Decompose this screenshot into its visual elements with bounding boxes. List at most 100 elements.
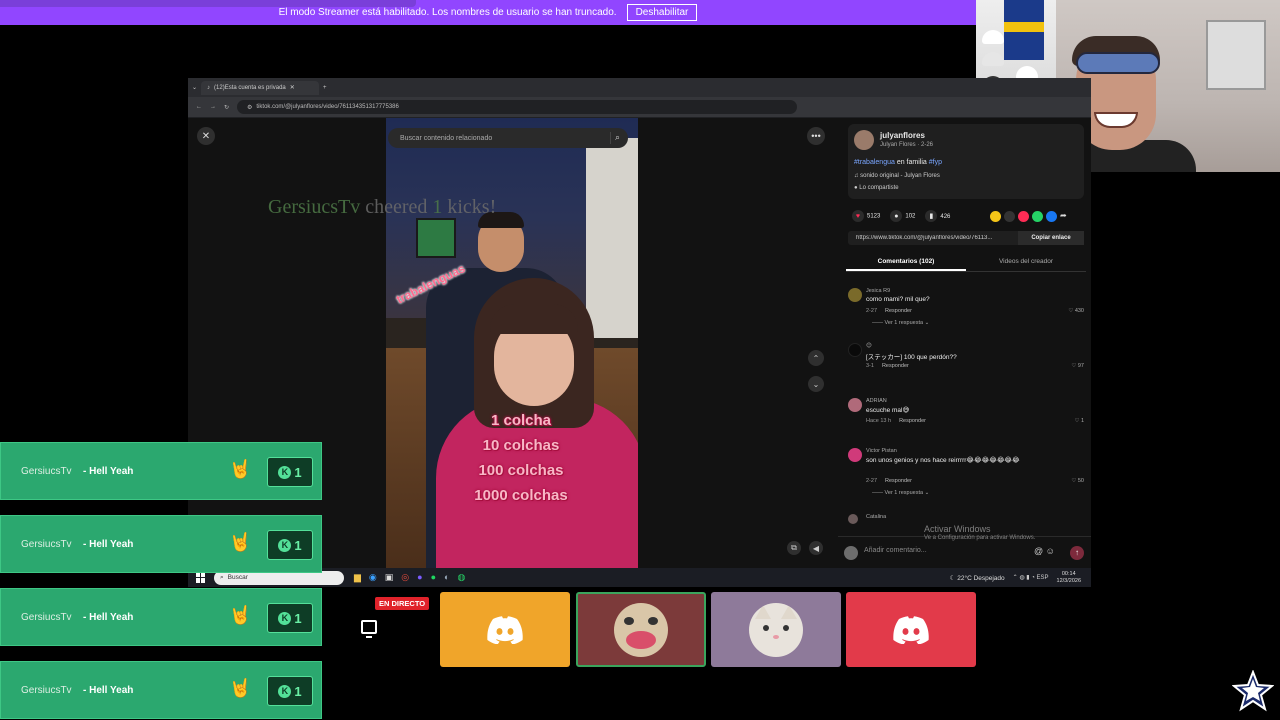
comment-like-button[interactable]: ♡ 1 [1074, 418, 1084, 424]
previous-video-button[interactable]: ⌃ [808, 350, 824, 366]
taskbar-clock[interactable]: 00:14 12/3/2026 [1057, 571, 1081, 585]
store-icon[interactable]: ▣ [385, 572, 394, 583]
search-icon[interactable]: ⌕ [610, 132, 622, 144]
more-options-button[interactable]: ••• [807, 127, 825, 145]
heart-icon: ♥ [852, 210, 864, 222]
weather-widget[interactable]: ☾ 22°C Despejado [950, 574, 1005, 582]
new-tab-icon[interactable]: + [323, 85, 327, 91]
comment-user[interactable]: ADRIAN [866, 398, 887, 404]
view-replies-button[interactable]: —— Ver 1 respuesta ⌄ [872, 320, 929, 326]
author-avatar[interactable] [854, 130, 874, 150]
tab-title: (12)Esta cuenta es privada [214, 84, 286, 91]
video-link-text[interactable]: https://www.tiktok.com/@julyanflores/vid… [848, 235, 1018, 241]
volume-button[interactable]: ◀ [809, 541, 823, 555]
view-replies-button[interactable]: —— Ver 1 respuesta ⌄ [872, 490, 929, 496]
comment-avatar[interactable] [848, 398, 862, 412]
tab-close-icon[interactable]: ✕ [290, 84, 295, 91]
overlay-line: 1 colcha [490, 412, 552, 429]
comment-like-button[interactable]: ♡ 97 [1071, 363, 1084, 369]
comment-avatar[interactable] [848, 514, 858, 524]
copy-link-button[interactable]: Copiar enlace [1018, 231, 1084, 245]
comment-avatar[interactable] [848, 448, 862, 462]
comment-user[interactable]: 😊 [866, 343, 872, 349]
comment-text: como mami? mil que? [866, 296, 930, 303]
spotify-icon[interactable]: ● [431, 572, 436, 583]
call-participant-tile[interactable] [846, 592, 976, 667]
comment-like-button[interactable]: ♡ 50 [1071, 478, 1084, 484]
chevron-up-icon: ⌃ [812, 353, 820, 363]
windows-activation-watermark: Activar Windows Ve a Configuración para … [924, 524, 1035, 541]
call-participant-tile[interactable] [440, 592, 570, 667]
next-video-button[interactable]: ⌄ [808, 376, 824, 392]
reply-button[interactable]: Responder [885, 308, 912, 314]
video-tv [416, 218, 456, 258]
save-button[interactable]: ▮ 426 [925, 210, 950, 222]
comment-avatar[interactable] [848, 343, 862, 357]
reply-button[interactable]: Responder [882, 363, 909, 369]
comment-date: 2-27 [866, 478, 878, 484]
alert-username: GersiucsTv [21, 612, 72, 623]
disable-streamer-mode-button[interactable]: Deshabilitar [626, 4, 698, 21]
system-tray[interactable]: ⌃ ◍ ▮ ◔ ESP [1013, 574, 1049, 581]
send-arrow-icon: ↑ [1075, 548, 1079, 557]
cheer-verb: cheered [365, 196, 428, 218]
clock-time: 00:14 [1061, 570, 1076, 577]
tab-list-icon[interactable]: ⌄ [192, 84, 197, 91]
browser-tab[interactable]: ♪ (12)Esta cuenta es privada ✕ [201, 80, 320, 95]
comment-button[interactable]: ● 102 [890, 210, 915, 222]
forward-icon[interactable]: → [210, 104, 216, 110]
live-badge: EN DIRECTO [375, 597, 430, 610]
speaker-icon: ◀ [812, 543, 820, 553]
share-facebook-icon[interactable] [1046, 211, 1057, 222]
hashtag-link[interactable]: #trabalengua [854, 159, 895, 166]
overlay-line: 100 colchas [478, 462, 564, 479]
emoji-icon[interactable]: ☺ [1046, 546, 1055, 556]
call-participant-tile[interactable] [711, 592, 841, 667]
comment-icon: ● [890, 210, 903, 222]
comment-user[interactable]: Jesica R9 [866, 288, 890, 294]
steam-icon[interactable]: ◐ [444, 572, 449, 583]
close-video-button[interactable]: ✕ [197, 127, 215, 145]
reply-button[interactable]: Responder [899, 418, 926, 424]
reply-button[interactable]: Responder [885, 478, 912, 484]
comment-user[interactable]: Victor Pistan [866, 448, 897, 454]
comment-date: Hace 13 h [866, 418, 892, 424]
reload-icon[interactable]: ↻ [224, 104, 229, 111]
share-tiktok-icon[interactable] [1018, 211, 1029, 222]
call-participant-tile-speaking[interactable] [576, 592, 706, 667]
share-embed-icon[interactable] [1004, 211, 1015, 222]
tab-creator-videos[interactable]: Videos del creador [966, 254, 1086, 271]
address-field[interactable]: ⚙ tiktok.com/@julyanflores/video/7611343… [237, 100, 798, 114]
send-comment-button[interactable]: ↑ [1070, 546, 1084, 560]
tab-comments[interactable]: Comentarios (102) [846, 254, 966, 271]
like-button[interactable]: ♥ 5123 [852, 210, 880, 222]
edge-icon[interactable]: ◉ [369, 572, 377, 583]
comment-tools: @ ☺ [1034, 546, 1055, 556]
back-icon[interactable]: ← [196, 104, 202, 110]
kick-count: 1 [294, 683, 302, 699]
author-name[interactable]: julyanflores [880, 131, 925, 140]
ellipsis-icon: ••• [811, 131, 821, 141]
music-link[interactable]: ♫ sonido original - Julyan Flores [854, 173, 940, 179]
comment-like-button[interactable]: ♡ 430 [1068, 308, 1084, 314]
share-more-icon[interactable]: ➦ [1060, 211, 1071, 222]
share-whatsapp-icon[interactable] [1032, 211, 1043, 222]
tiktok-content: ✕ ••• Buscar contenido relacionado ⌕ tra… [188, 118, 1091, 568]
comment-avatar[interactable] [848, 288, 862, 302]
video-link-row: https://www.tiktok.com/@julyanflores/vid… [848, 231, 1084, 245]
comment-like-count: 1 [1080, 418, 1084, 424]
discord-app-icon[interactable]: ● [417, 572, 422, 583]
related-search-input[interactable]: Buscar contenido relacionado ⌕ [388, 128, 628, 148]
chrome-icon[interactable]: ◎ [401, 572, 409, 583]
comment-user[interactable]: Catalina [866, 514, 886, 520]
whatsapp-icon[interactable]: ◍ [457, 572, 465, 583]
site-info-icon[interactable]: ⚙ [247, 104, 252, 111]
tiktok-icon: ♪ [207, 84, 211, 91]
share-emoji-icon[interactable] [990, 211, 1001, 222]
hashtag-link[interactable]: #fyp [929, 159, 942, 166]
mention-icon[interactable]: @ [1034, 546, 1043, 556]
add-comment-input[interactable]: Añadir comentario... [864, 547, 927, 554]
pip-button[interactable]: ⧉ [787, 541, 801, 555]
file-explorer-icon[interactable]: ▆ [354, 572, 361, 583]
participant-cat-avatar [749, 602, 803, 657]
